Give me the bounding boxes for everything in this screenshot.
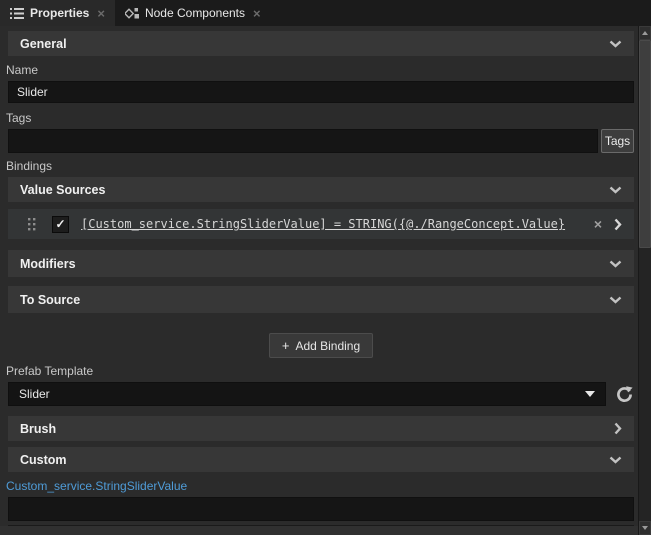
scrollbar-track[interactable] — [639, 248, 651, 521]
section-title: To Source — [20, 292, 81, 307]
section-header-custom[interactable]: Custom — [8, 447, 634, 472]
chevron-down-icon — [609, 186, 622, 194]
close-icon[interactable]: × — [253, 6, 261, 21]
plus-icon: + — [281, 338, 290, 353]
chevron-down-icon — [609, 260, 622, 268]
tab-label: Node Components — [144, 6, 246, 20]
tab-bar: Properties × Node Components × — [0, 0, 651, 26]
section-header-brush[interactable]: Brush — [8, 416, 634, 441]
tags-input[interactable] — [8, 129, 598, 153]
dropdown-value: Slider — [19, 387, 50, 401]
section-title: Brush — [20, 421, 57, 436]
remove-binding-icon[interactable]: × — [588, 216, 614, 232]
add-binding-label: Add Binding — [295, 338, 361, 353]
chevron-down-icon — [609, 296, 622, 304]
chevron-down-icon — [609, 40, 622, 48]
vertical-scrollbar[interactable] — [638, 26, 651, 535]
section-header-general[interactable]: General — [8, 31, 634, 56]
chevron-right-icon — [614, 422, 622, 435]
tags-button[interactable]: Tags — [601, 129, 634, 153]
tab-node-components[interactable]: Node Components × — [115, 0, 271, 26]
section-title: Value Sources — [20, 182, 106, 197]
triangle-down-icon — [642, 526, 648, 530]
scroll-up-button[interactable] — [639, 26, 651, 40]
drag-handle-icon[interactable] — [28, 217, 36, 231]
section-header-to-source[interactable]: To Source — [8, 286, 634, 313]
binding-enabled-checkbox[interactable]: ✓ — [52, 215, 69, 233]
section-header-modifiers[interactable]: Modifiers — [8, 250, 634, 277]
open-binding-chevron-right-icon[interactable] — [614, 218, 628, 231]
chevron-down-icon — [609, 456, 622, 464]
name-label: Name — [6, 63, 39, 77]
custom-property-input[interactable] — [8, 497, 634, 521]
list-icon — [10, 7, 24, 19]
section-title: General — [20, 36, 67, 51]
binding-expression-link[interactable]: [Custom_service.StringSliderValue] = STR… — [81, 217, 588, 231]
properties-panel: General Name Tags Tags Bindings Value So… — [0, 26, 638, 535]
section-title: Custom — [20, 452, 67, 467]
revert-arrow-icon[interactable] — [615, 385, 634, 404]
scrollbar-thumb[interactable] — [639, 40, 651, 248]
section-title: Modifiers — [20, 256, 76, 271]
bindings-label: Bindings — [6, 159, 53, 173]
custom-property-link[interactable]: Custom_service.StringSliderValue — [6, 479, 634, 494]
section-header-value-sources[interactable]: Value Sources — [8, 177, 634, 202]
close-icon[interactable]: × — [97, 6, 105, 21]
scroll-down-button[interactable] — [639, 521, 651, 535]
tab-properties[interactable]: Properties × — [0, 0, 115, 26]
binding-row[interactable]: ✓ [Custom_service.StringSliderValue] = S… — [8, 209, 634, 239]
tags-label: Tags — [6, 111, 32, 125]
bottom-strip — [0, 526, 638, 535]
prefab-template-label: Prefab Template — [6, 364, 94, 378]
dropdown-arrow-icon — [585, 391, 595, 397]
prefab-template-dropdown[interactable]: Slider — [8, 382, 606, 406]
add-binding-button[interactable]: + Add Binding — [268, 333, 374, 358]
triangle-up-icon — [642, 31, 648, 35]
name-input[interactable] — [8, 81, 634, 103]
tab-label: Properties — [30, 6, 90, 20]
node-components-icon — [124, 7, 139, 20]
